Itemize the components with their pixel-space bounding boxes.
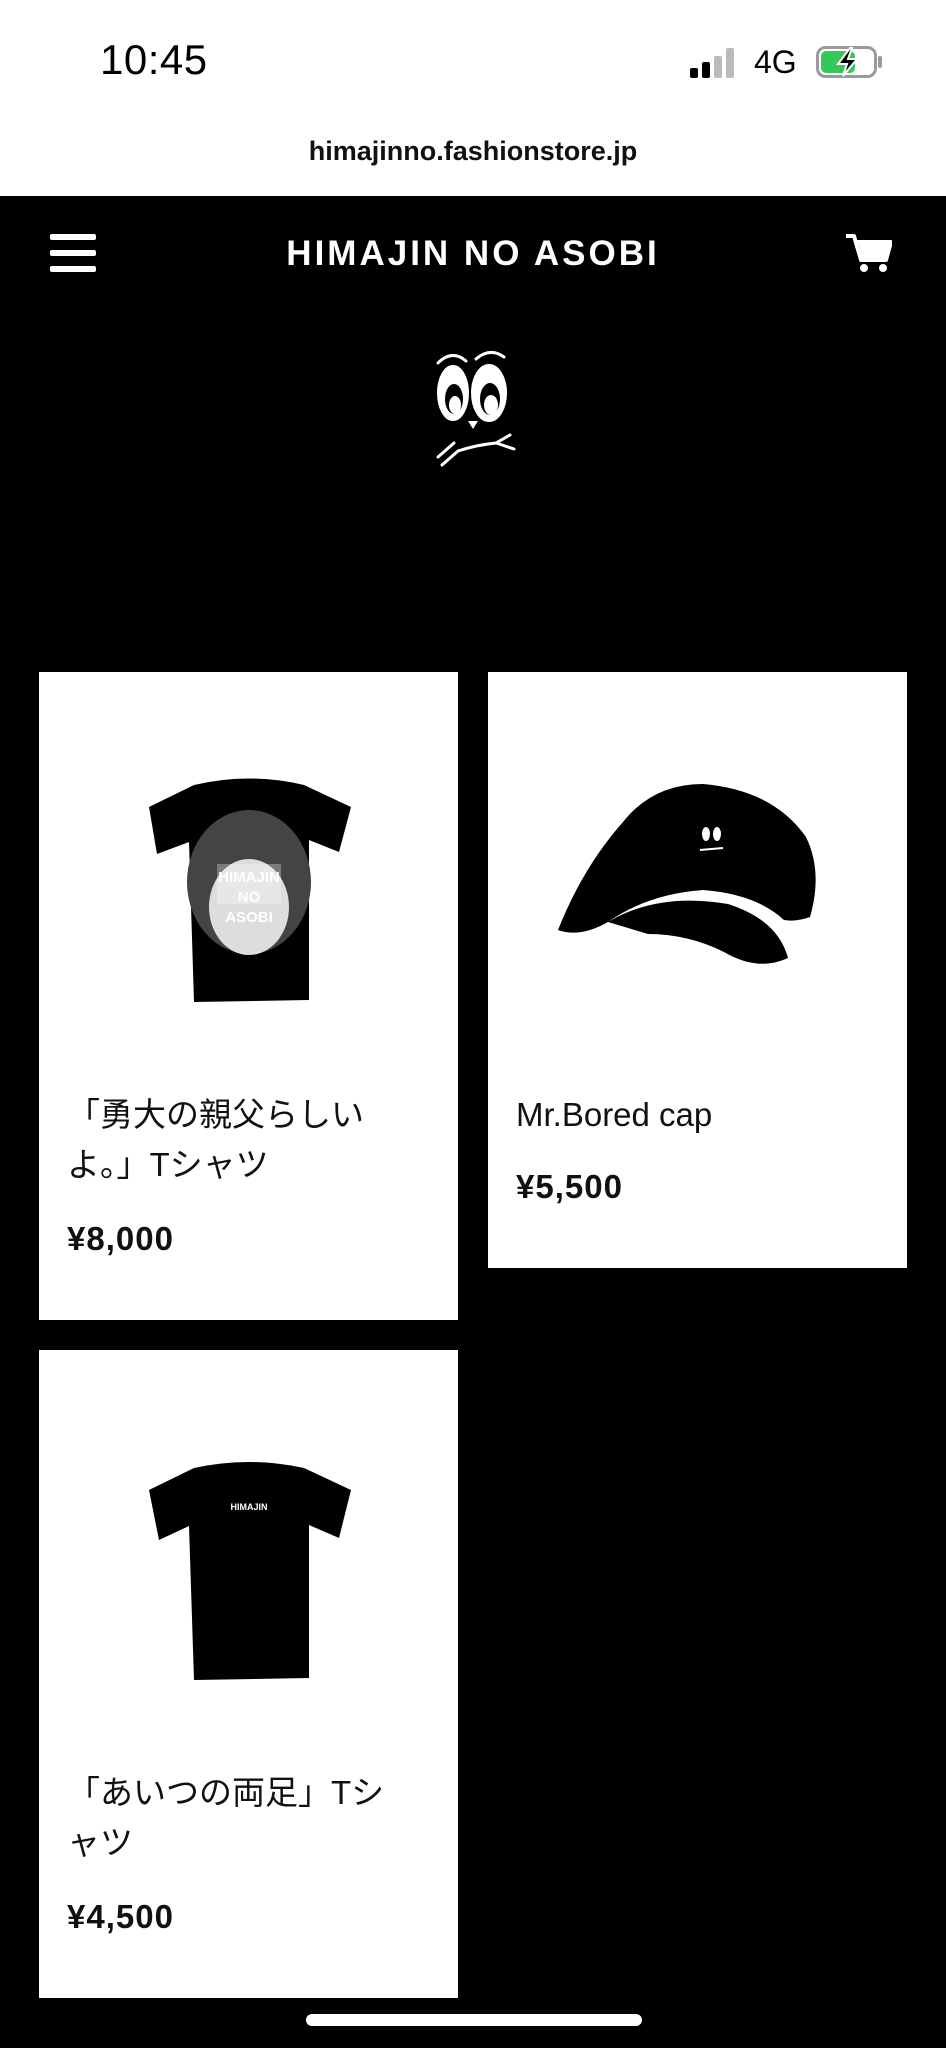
site-header: HIMAJIN NO ASOBI [0, 196, 946, 306]
product-card[interactable]: HIMAJIN 「あいつの両足」Tシャツ ¥4,500 [39, 1350, 458, 1998]
status-bar: 10:45 4G [0, 0, 946, 118]
brand-face-logo[interactable] [428, 345, 518, 480]
shirt-print: HIMAJIN [230, 1502, 267, 1512]
cellular-signal-icon [690, 48, 740, 78]
product-price: ¥5,500 [516, 1168, 623, 1205]
product-price: ¥4,500 [67, 1898, 174, 1935]
shirt-print-line-2: NO [238, 889, 261, 906]
product-price: ¥8,000 [67, 1220, 174, 1257]
browser-url-bar[interactable]: himajinno.fashionstore.jp [0, 118, 946, 196]
network-type: 4G [754, 44, 797, 80]
product-card[interactable]: Mr.Bored cap ¥5,500 [488, 672, 907, 1268]
product-name[interactable]: 「勇大の親父らしいよ。」Tシャツ [67, 1090, 377, 1190]
product-name[interactable]: 「あいつの両足」Tシャツ [67, 1768, 407, 1868]
url-text: himajinno.fashionstore.jp [308, 136, 638, 166]
product-name[interactable]: Mr.Bored cap [516, 1090, 876, 1140]
home-indicator[interactable] [306, 2014, 642, 2026]
product-image-cap[interactable] [488, 672, 907, 1032]
shirt-print-line-1: HIMAJIN [218, 869, 280, 886]
product-image-tshirt[interactable]: HIMAJIN [39, 1350, 458, 1710]
battery-charging-icon [816, 46, 882, 78]
product-card[interactable]: HIMAJIN NO ASOBI 「勇大の親父らしいよ。」Tシャツ ¥8,000 [39, 672, 458, 1320]
status-time: 10:45 [100, 36, 208, 83]
cart-icon[interactable] [846, 232, 892, 274]
shirt-print-line-3: ASOBI [225, 909, 273, 926]
product-image-tshirt[interactable]: HIMAJIN NO ASOBI [39, 672, 458, 1032]
site-title[interactable]: HIMAJIN NO ASOBI [0, 234, 946, 274]
